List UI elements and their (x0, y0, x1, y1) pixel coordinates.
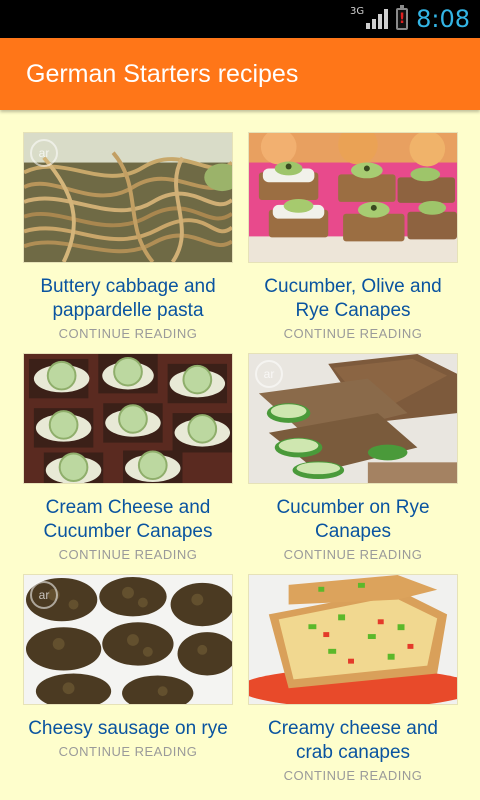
status-icons: 3G ! 8:08 (350, 0, 470, 38)
recipe-title[interactable]: Buttery cabbage and pappardelle pasta (23, 275, 233, 323)
recipe-card[interactable]: Cucumber, Olive and Rye Canapes CONTINUE… (248, 132, 458, 341)
recipe-title[interactable]: Creamy cheese and crab canapes (248, 717, 458, 765)
watermark-logo: ar (30, 581, 58, 609)
recipe-card[interactable]: ar Cucumber on Rye Canapes CONTINUE READ… (248, 353, 458, 562)
pasta-noodles-image[interactable]: ar (23, 132, 233, 263)
cucumber-olive-canapes-image[interactable] (248, 132, 458, 263)
recipe-grid: ar Buttery cabbage and pappardelle pasta… (0, 110, 480, 800)
continue-reading-link[interactable]: CONTINUE READING (248, 326, 458, 341)
recipe-card[interactable]: Creamy cheese and crab canapes CONTINUE … (248, 574, 458, 783)
cheesy-sausage-rye-image[interactable]: ar (23, 574, 233, 705)
network-type-label: 3G (349, 5, 365, 17)
watermark-logo: ar (255, 360, 283, 388)
crab-canapes-image[interactable] (248, 574, 458, 705)
recipe-card[interactable]: ar Buttery cabbage and pappardelle pasta… (23, 132, 233, 341)
recipe-title[interactable]: Cream Cheese and Cucumber Canapes (23, 496, 233, 544)
battery-low-icon: ! (396, 5, 409, 30)
cucumber-rye-canapes-image[interactable]: ar (248, 353, 458, 484)
watermark-logo: ar (30, 139, 58, 167)
recipe-title[interactable]: Cucumber on Rye Canapes (248, 496, 458, 544)
recipe-card[interactable]: Cream Cheese and Cucumber Canapes CONTIN… (23, 353, 233, 562)
signal-icon (366, 9, 389, 29)
continue-reading-link[interactable]: CONTINUE READING (23, 547, 233, 562)
status-bar: 3G ! 8:08 (0, 0, 480, 38)
continue-reading-link[interactable]: CONTINUE READING (23, 744, 233, 759)
recipe-title[interactable]: Cucumber, Olive and Rye Canapes (248, 275, 458, 323)
status-clock: 8:08 (416, 5, 470, 33)
recipe-title[interactable]: Cheesy sausage on rye (23, 717, 233, 741)
app-title: German Starters recipes (26, 60, 299, 88)
continue-reading-link[interactable]: CONTINUE READING (248, 547, 458, 562)
continue-reading-link[interactable]: CONTINUE READING (248, 768, 458, 783)
app-bar: German Starters recipes (0, 38, 480, 110)
recipe-card[interactable]: ar Cheesy sausage on rye CONTINUE READIN… (23, 574, 233, 759)
continue-reading-link[interactable]: CONTINUE READING (23, 326, 233, 341)
cream-cheese-cucumber-canapes-image[interactable] (23, 353, 233, 484)
